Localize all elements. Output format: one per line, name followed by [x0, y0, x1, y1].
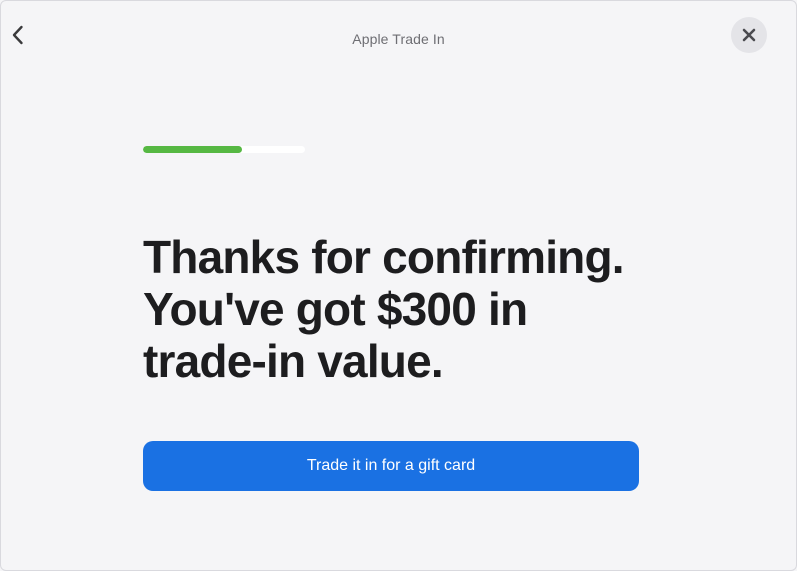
trade-in-sheet: Apple Trade In Thanks for confirming. Yo…: [0, 0, 797, 571]
headline-line-2: You've got $300 in: [143, 283, 528, 335]
progress-bar-fill: [143, 146, 242, 153]
header-title: Apple Trade In: [352, 31, 445, 47]
headline-line-1: Thanks for confirming.: [143, 231, 625, 283]
progress-bar: [143, 146, 305, 153]
close-button[interactable]: [731, 17, 767, 53]
confirmation-headline: Thanks for confirming. You've got $300 i…: [143, 231, 703, 387]
headline-line-3: trade-in value.: [143, 335, 444, 387]
trade-in-gift-card-button[interactable]: Trade it in for a gift card: [143, 441, 639, 491]
close-icon: [742, 28, 756, 42]
